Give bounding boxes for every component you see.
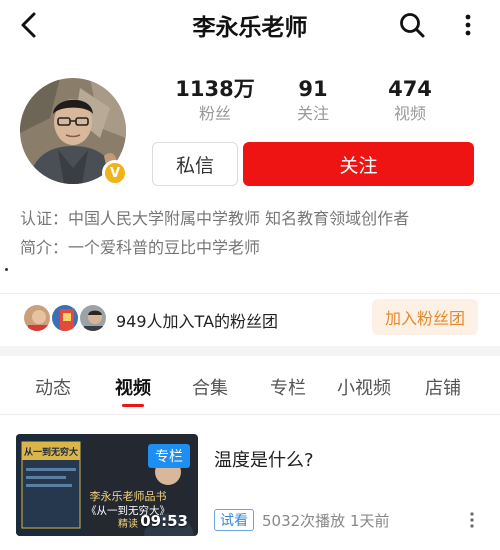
video-duration: 09:53 bbox=[140, 512, 188, 530]
fan-club-count: 949人加入TA的粉丝团 bbox=[116, 312, 279, 331]
join-fan-club-button[interactable]: 加入粉丝团 bbox=[372, 299, 478, 335]
video-meta: 5032次播放 1天前 bbox=[262, 512, 390, 530]
intro-text: 简介：一个爱科普的豆比中学老师 bbox=[20, 238, 261, 257]
divider bbox=[0, 414, 500, 415]
thumb-line-1: 李永乐老师品书 bbox=[90, 489, 167, 503]
fan-avatar bbox=[50, 303, 80, 333]
fans-count: 1138万 bbox=[175, 77, 255, 101]
tab-columns[interactable]: 专栏 bbox=[270, 374, 306, 400]
thumb-line-3: 精读 bbox=[118, 517, 138, 530]
fan-avatar bbox=[78, 303, 108, 333]
fan-avatar bbox=[22, 303, 52, 333]
stat-fans[interactable]: 1138万 粉丝 bbox=[170, 76, 260, 126]
profile-avatar[interactable]: V bbox=[20, 78, 128, 186]
videos-label: 视频 bbox=[393, 104, 426, 123]
column-badge: 专栏 bbox=[148, 444, 190, 468]
message-button[interactable]: 私信 bbox=[152, 142, 238, 186]
fan-club-row[interactable]: 949人加入TA的粉丝团 加入粉丝团 bbox=[0, 294, 500, 344]
tab-dynamics[interactable]: 动态 bbox=[35, 374, 71, 400]
profile-tabs: 动态 视频 合集 专栏 小视频 店铺 bbox=[0, 358, 500, 412]
more-options-icon[interactable] bbox=[458, 12, 478, 38]
video-title[interactable]: 温度是什么? bbox=[214, 446, 314, 472]
section-gap bbox=[0, 346, 500, 356]
item-more-icon[interactable] bbox=[464, 510, 480, 530]
tab-collections[interactable]: 合集 bbox=[192, 374, 228, 400]
trial-tag: 试看 bbox=[214, 509, 254, 531]
videos-count: 474 bbox=[388, 77, 432, 101]
video-thumbnail[interactable]: 从一到无穷大 李永乐老师品书 《从一到无穷大》 精读 专栏 09:53 bbox=[16, 434, 198, 536]
stat-videos[interactable]: 474 视频 bbox=[375, 76, 445, 126]
following-label: 关注 bbox=[296, 104, 329, 123]
verified-badge-icon: V bbox=[102, 160, 128, 186]
tab-videos[interactable]: 视频 bbox=[115, 374, 151, 400]
top-bar: 李永乐老师 bbox=[0, 0, 500, 50]
certification-text: 认证：中国人民大学附属中学教师 知名教育领域创作者 bbox=[20, 209, 410, 228]
fans-label: 粉丝 bbox=[198, 104, 231, 123]
search-icon[interactable] bbox=[398, 11, 426, 39]
tab-short-videos[interactable]: 小视频 bbox=[337, 374, 391, 400]
active-tab-indicator bbox=[122, 404, 144, 407]
follow-button[interactable]: 关注 bbox=[243, 142, 474, 186]
tab-shop[interactable]: 店铺 bbox=[425, 374, 461, 400]
stat-following[interactable]: 91 关注 bbox=[278, 76, 348, 126]
stray-dot bbox=[5, 268, 8, 271]
thumb-book-title: 从一到无穷大 bbox=[24, 446, 78, 458]
following-count: 91 bbox=[298, 77, 328, 101]
